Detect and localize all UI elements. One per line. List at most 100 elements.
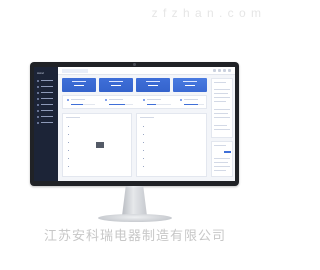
alarm-row (214, 162, 228, 163)
info-row (214, 93, 228, 94)
axis-tick (68, 158, 69, 159)
sidebar-item-label (41, 92, 53, 93)
summary-label (71, 99, 85, 100)
progress-fill (109, 104, 125, 105)
stat-card-value (74, 85, 84, 86)
nav-bullet-icon (37, 115, 39, 118)
panel-title (214, 82, 226, 83)
summary-label (109, 99, 123, 100)
sidebar-item-label (41, 116, 53, 117)
sidebar-item[interactable] (37, 115, 53, 118)
axis-tick (143, 158, 144, 159)
status-dot-icon (143, 99, 145, 101)
summary-panel (62, 95, 207, 109)
user-icon[interactable] (223, 69, 226, 72)
alarm-row (214, 158, 230, 159)
sidebar-item[interactable] (37, 103, 53, 106)
info-row (214, 125, 227, 126)
nav-bullet-icon (37, 85, 39, 88)
axis-tick (143, 150, 144, 151)
sidebar-item[interactable] (37, 121, 53, 124)
stat-card-1[interactable] (62, 78, 96, 92)
sidebar-item-label (41, 110, 53, 111)
sidebar-item[interactable] (37, 85, 53, 88)
stat-card-title (183, 81, 197, 82)
info-row (214, 113, 228, 114)
axis-tick (143, 126, 144, 127)
product-image: z f z h a n . c o m Acrel 江苏安科瑞电器制造有限公司 (0, 0, 270, 270)
logout-icon[interactable] (228, 69, 231, 72)
axis-tick (143, 166, 144, 167)
info-row (214, 117, 230, 118)
panel-title (140, 117, 154, 118)
status-dot-icon (105, 99, 107, 101)
progress-fill (71, 104, 83, 105)
company-caption: 江苏安科瑞电器制造有限公司 (43, 228, 226, 243)
monitor-screen: Acrel (34, 67, 235, 181)
alarm-row (214, 170, 226, 171)
nav-bullet-icon (37, 97, 39, 100)
info-row (214, 129, 230, 130)
app-logo: Acrel (37, 71, 44, 75)
monitor-stand-icon (122, 186, 147, 216)
alarm-row (214, 166, 230, 167)
sidebar-item[interactable] (37, 109, 53, 112)
axis-tick (68, 134, 69, 135)
panel-title (66, 117, 80, 118)
sidebar-item-label (41, 86, 53, 87)
axis-tick (143, 134, 144, 135)
summary-label (184, 99, 198, 100)
info-row (214, 89, 230, 90)
axis-tick (143, 142, 144, 143)
monitor-bezel: Acrel (30, 62, 239, 186)
sidebar-item-label (41, 122, 53, 123)
stat-card-title (146, 81, 160, 82)
sidebar-item-label (41, 104, 53, 105)
sidebar-item[interactable] (37, 79, 53, 82)
chart-panel-right (136, 113, 207, 177)
sidebar-item-label (41, 98, 53, 99)
stat-card-title (109, 81, 123, 82)
panel-title (214, 145, 226, 146)
progress-fill (147, 104, 156, 105)
webcam-icon (133, 63, 136, 66)
stat-card-value (185, 85, 195, 86)
monitor-base (98, 214, 172, 222)
stat-card-title (72, 81, 86, 82)
axis-tick (68, 126, 69, 127)
settings-icon[interactable] (218, 69, 221, 72)
nav-bullet-icon (37, 79, 39, 82)
nav-bullet-icon (37, 109, 39, 112)
stat-card-value (148, 85, 158, 86)
alarm-panel (211, 141, 233, 177)
nav-bullet-icon (37, 91, 39, 94)
topbar-actions (213, 69, 231, 72)
loading-placeholder (96, 142, 104, 148)
info-row (214, 101, 226, 102)
chart-panel-left (62, 113, 132, 177)
status-dot-icon (180, 99, 182, 101)
stat-card-4[interactable] (173, 78, 207, 92)
tab-active[interactable] (62, 69, 88, 73)
progress-fill (184, 104, 198, 105)
nav-bullet-icon (37, 103, 39, 106)
filter-button[interactable] (224, 151, 231, 153)
app-topbar (58, 67, 235, 75)
info-panel (211, 78, 233, 138)
notification-icon[interactable] (213, 69, 216, 72)
info-row (214, 97, 230, 98)
sidebar-item[interactable] (37, 91, 53, 94)
summary-label (147, 99, 161, 100)
axis-tick (68, 142, 69, 143)
axis-tick (68, 166, 69, 167)
stat-card-3[interactable] (136, 78, 170, 92)
site-watermark: z f z h a n . c o m (151, 6, 262, 20)
info-row (214, 109, 230, 110)
stat-card-value (111, 85, 121, 86)
axis-tick (68, 150, 69, 151)
sidebar-item-label (41, 80, 53, 81)
sidebar-item[interactable] (37, 97, 53, 100)
app-sidebar: Acrel (34, 67, 58, 181)
stat-card-2[interactable] (99, 78, 133, 92)
app-main (58, 67, 235, 181)
